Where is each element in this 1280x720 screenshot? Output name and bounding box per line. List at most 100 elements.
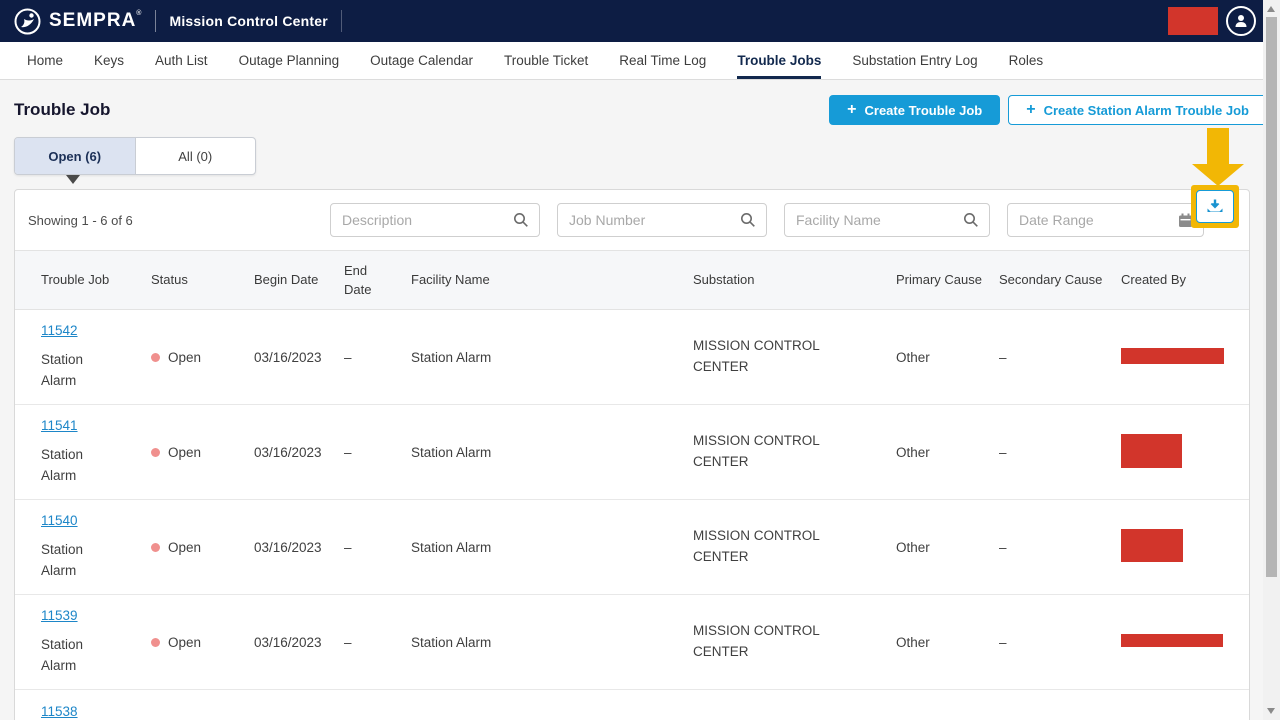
- download-icon: [1206, 199, 1224, 215]
- end-date: –: [344, 445, 411, 460]
- begin-date: 03/16/2023: [254, 540, 344, 555]
- primary-cause: Other: [896, 540, 999, 555]
- table-row: 11540 Station Alarm Open 03/16/2023 – St…: [15, 500, 1249, 595]
- header-divider: [155, 10, 156, 32]
- status-open-dot-icon: [151, 353, 160, 362]
- job-type: Station Alarm: [41, 540, 99, 581]
- status-label: Open: [168, 540, 201, 555]
- job-link-11540[interactable]: 11540: [41, 513, 78, 528]
- begin-date: 03/16/2023: [254, 445, 344, 460]
- export-button-highlight: [1191, 185, 1239, 228]
- secondary-cause: –: [999, 350, 1121, 365]
- col-substation: Substation: [693, 270, 896, 290]
- status-label: Open: [168, 445, 201, 460]
- search-icon: [513, 212, 529, 228]
- job-number-filter: [557, 203, 767, 237]
- scrollbar-down-icon[interactable]: [1267, 708, 1275, 714]
- tab-all[interactable]: All (0): [136, 138, 256, 174]
- col-begin-date: Begin Date: [254, 270, 344, 290]
- job-type: Station Alarm: [41, 350, 99, 391]
- filter-toolbar: Showing 1 - 6 of 6: [15, 190, 1249, 250]
- nav-item-roles[interactable]: Roles: [1009, 42, 1044, 79]
- description-input[interactable]: [342, 212, 507, 228]
- job-type: Station Alarm: [41, 635, 99, 676]
- job-link-11538[interactable]: 11538: [41, 704, 78, 719]
- facility-name-input[interactable]: [796, 212, 957, 228]
- nav-item-keys[interactable]: Keys: [94, 42, 124, 79]
- nav-item-outage-calendar[interactable]: Outage Calendar: [370, 42, 473, 79]
- status-label: Open: [168, 635, 201, 650]
- table-header: Trouble Job Status Begin Date End Date F…: [15, 250, 1249, 310]
- tab-open[interactable]: Open (6): [15, 138, 136, 174]
- begin-date: 03/16/2023: [254, 350, 344, 365]
- table-row: 11539 Station Alarm Open 03/16/2023 – St…: [15, 595, 1249, 690]
- facility-name: Station Alarm: [411, 635, 693, 650]
- col-facility-name: Facility Name: [411, 270, 693, 290]
- job-link-11539[interactable]: 11539: [41, 608, 78, 623]
- search-icon: [963, 212, 979, 228]
- col-primary-cause: Primary Cause: [896, 270, 999, 290]
- nav-item-auth-list[interactable]: Auth List: [155, 42, 208, 79]
- facility-name-filter: [784, 203, 990, 237]
- nav-item-trouble-jobs[interactable]: Trouble Jobs: [737, 42, 821, 79]
- date-range-input[interactable]: [1019, 212, 1172, 228]
- scrollbar-thumb[interactable]: [1266, 17, 1277, 577]
- sempra-logo-icon: [14, 8, 41, 35]
- col-trouble-job: Trouble Job: [41, 270, 151, 290]
- nav-item-substation-entry-log[interactable]: Substation Entry Log: [852, 42, 977, 79]
- job-link-11542[interactable]: 11542: [41, 323, 78, 338]
- trouble-jobs-card: Showing 1 - 6 of 6: [14, 189, 1250, 720]
- nav-item-trouble-ticket[interactable]: Trouble Ticket: [504, 42, 588, 79]
- status-open-dot-icon: [151, 543, 160, 552]
- brand-name: SEMPRA®: [49, 10, 142, 32]
- primary-cause: Other: [896, 635, 999, 650]
- plus-icon: +: [1026, 102, 1035, 118]
- redacted-username: [1168, 7, 1218, 35]
- table-row: 11541 Station Alarm Open 03/16/2023 – St…: [15, 405, 1249, 500]
- top-header: SEMPRA® Mission Control Center: [0, 0, 1280, 42]
- facility-name: Station Alarm: [411, 540, 693, 555]
- tab-pointer-icon: [66, 175, 80, 184]
- redacted-created-by: [1121, 434, 1182, 468]
- end-date: –: [344, 635, 411, 650]
- status-open-dot-icon: [151, 638, 160, 647]
- highlight-arrow-icon: [1192, 128, 1244, 186]
- user-avatar-icon: [1233, 13, 1249, 29]
- secondary-cause: –: [999, 540, 1121, 555]
- status-open-dot-icon: [151, 448, 160, 457]
- status-label: Open: [168, 350, 201, 365]
- user-avatar-button[interactable]: [1226, 6, 1256, 36]
- col-end-date: End Date: [344, 261, 411, 300]
- primary-cause: Other: [896, 445, 999, 460]
- app-title: Mission Control Center: [169, 13, 327, 29]
- plus-icon: +: [847, 102, 856, 118]
- redacted-created-by: [1121, 634, 1223, 647]
- create-trouble-job-button[interactable]: + Create Trouble Job: [829, 95, 1000, 125]
- job-number-input[interactable]: [569, 212, 734, 228]
- substation: MISSION CONTROL CENTER: [693, 431, 896, 473]
- begin-date: 03/16/2023: [254, 635, 344, 650]
- substation: MISSION CONTROL CENTER: [693, 621, 896, 663]
- job-type: Station Alarm: [41, 445, 99, 486]
- trademark-mark: ®: [136, 10, 142, 17]
- vertical-scrollbar[interactable]: [1263, 0, 1280, 720]
- view-tabs: Open (6) All (0): [14, 137, 256, 175]
- substation: MISSION CONTROL CENTER: [693, 526, 896, 568]
- page-title: Trouble Job: [14, 100, 110, 120]
- secondary-cause: –: [999, 635, 1121, 650]
- create-station-alarm-trouble-job-button[interactable]: + Create Station Alarm Trouble Job: [1008, 95, 1267, 125]
- primary-cause: Other: [896, 350, 999, 365]
- nav-item-real-time-log[interactable]: Real Time Log: [619, 42, 706, 79]
- redacted-created-by: [1121, 348, 1224, 364]
- export-download-button[interactable]: [1196, 190, 1234, 223]
- col-secondary-cause: Secondary Cause: [999, 270, 1121, 290]
- create-trouble-job-label: Create Trouble Job: [865, 103, 983, 118]
- scrollbar-up-icon[interactable]: [1267, 6, 1275, 12]
- search-icon: [740, 212, 756, 228]
- nav-item-home[interactable]: Home: [27, 42, 63, 79]
- substation: MISSION CONTROL CENTER: [693, 716, 896, 720]
- nav-item-outage-planning[interactable]: Outage Planning: [239, 42, 340, 79]
- col-status: Status: [151, 270, 254, 290]
- job-link-11541[interactable]: 11541: [41, 418, 78, 433]
- header-divider-2: [341, 10, 342, 32]
